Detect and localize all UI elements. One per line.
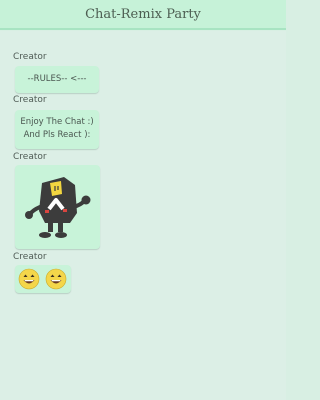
grinning-face-emoji-icon xyxy=(18,268,40,290)
message-bubble-sticker[interactable] xyxy=(15,165,100,249)
message-sender: Creator xyxy=(13,95,47,105)
chat-header: Chat-Remix Party xyxy=(0,0,286,30)
message-sender: Creator xyxy=(13,152,47,162)
cartoon-character-sticker-icon xyxy=(25,177,91,238)
message-text: --RULES-- <--- xyxy=(27,74,87,84)
message-text-line-1: Enjoy The Chat :) xyxy=(20,117,94,127)
message-bubble-emoji[interactable] xyxy=(15,265,71,293)
grinning-face-emoji-icon xyxy=(45,268,67,290)
message-bubble-welcome[interactable]: Enjoy The Chat :) And Pls React ): xyxy=(15,110,99,149)
message-sender: Creator xyxy=(13,252,47,262)
chat-title: Chat-Remix Party xyxy=(85,6,201,22)
message-text-line-2: And Pls React ): xyxy=(23,130,91,140)
message-feed[interactable]: Creator --RULES-- <--- Creator Enjoy The… xyxy=(0,31,286,400)
message-sender: Creator xyxy=(13,52,47,62)
message-bubble-rules[interactable]: --RULES-- <--- xyxy=(15,66,99,93)
